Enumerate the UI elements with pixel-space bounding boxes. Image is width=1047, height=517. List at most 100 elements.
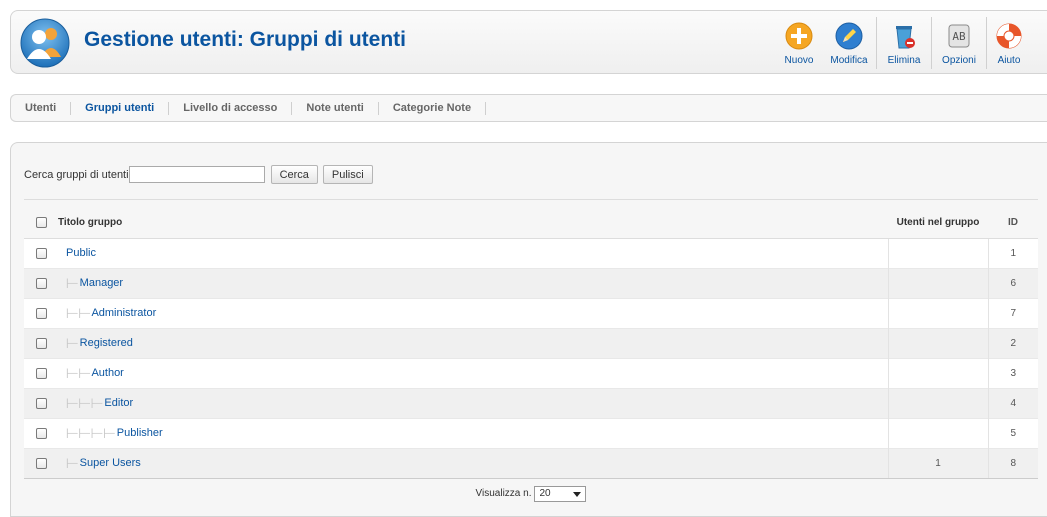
row-checkbox[interactable]	[35, 337, 47, 349]
submenu-divider	[377, 101, 379, 115]
search-button[interactable]: Cerca	[270, 165, 318, 184]
users-count	[887, 267, 989, 298]
table-row: |— Super Users 1 8	[24, 447, 1038, 478]
submenu-item-users[interactable]: Utenti	[25, 102, 70, 114]
help-button[interactable]: Aiuto	[987, 11, 1031, 75]
lifebuoy-icon	[996, 23, 1022, 49]
page-title: Gestione utenti: Gruppi di utenti	[84, 28, 406, 51]
row-checkbox[interactable]	[35, 367, 47, 379]
submenu-divider	[168, 101, 170, 115]
table-header-row: Titolo gruppo Utenti nel gruppo ID	[24, 208, 1038, 239]
group-id: 2	[988, 327, 1038, 358]
tree-indent: |—	[66, 338, 78, 349]
group-link[interactable]: Registered	[80, 337, 133, 349]
tree-indent: |— |—	[66, 368, 90, 379]
tree-indent: |—	[66, 278, 78, 289]
search-label: Cerca gruppi di utenti	[24, 168, 129, 181]
group-link[interactable]: Publisher	[117, 427, 163, 439]
row-checkbox[interactable]	[35, 247, 47, 259]
header-check-cell	[24, 208, 58, 239]
title-cell: Public	[58, 237, 888, 268]
check-cell	[24, 237, 58, 268]
header-title[interactable]: Titolo gruppo	[58, 208, 888, 239]
limit-label: Visualizza n.	[475, 488, 532, 499]
group-id: 5	[988, 417, 1038, 448]
new-button[interactable]: Nuovo	[776, 11, 822, 75]
trash-icon	[896, 26, 915, 49]
users-count: 1	[887, 447, 989, 478]
check-cell	[24, 387, 58, 418]
tree-indent: |— |— |— |—	[66, 428, 115, 439]
pencil-icon	[835, 22, 863, 50]
clear-button[interactable]: Pulisci	[322, 165, 373, 184]
toolbar: Nuovo Modifica Elimina AB Opzioni Aiuto	[776, 11, 1031, 75]
check-cell	[24, 357, 58, 388]
edit-button-label: Modifica	[830, 55, 868, 66]
limit-select[interactable]: 20	[534, 485, 587, 502]
group-id: 4	[988, 387, 1038, 418]
select-all-checkbox[interactable]	[35, 217, 47, 229]
group-link[interactable]: Author	[91, 367, 123, 379]
table-row: |— |— |— Editor 4	[24, 387, 1038, 418]
tree-indent: |— |— |—	[66, 398, 102, 409]
submenu: Utenti Gruppi utenti Livello di accesso …	[10, 94, 1047, 122]
limit-value: 20	[539, 488, 551, 499]
row-checkbox[interactable]	[35, 277, 47, 289]
submenu-item-user-notes[interactable]: Note utenti	[306, 102, 377, 114]
submenu-divider	[70, 101, 72, 115]
group-link[interactable]: Manager	[80, 277, 123, 289]
table-row: |— Registered 2	[24, 327, 1038, 358]
groups-table: Titolo gruppo Utenti nel gruppo ID Publi…	[24, 208, 1038, 478]
delete-button-label: Elimina	[887, 55, 921, 66]
users-count	[887, 387, 989, 418]
title-cell: |— |— Author	[58, 357, 888, 388]
row-checkbox[interactable]	[35, 427, 47, 439]
check-cell	[24, 447, 58, 478]
title-cell: |— Super Users	[58, 447, 888, 478]
submenu-item-user-groups[interactable]: Gruppi utenti	[85, 102, 168, 114]
table-row: Public 1	[24, 237, 1038, 268]
users-count	[887, 297, 989, 328]
chevron-down-icon	[573, 491, 582, 497]
title-cell: |— |— |— |— Publisher	[58, 417, 888, 448]
check-cell	[24, 417, 58, 448]
check-cell	[24, 267, 58, 298]
filter-divider	[24, 199, 1038, 200]
group-link[interactable]: Super Users	[80, 457, 141, 469]
submenu-item-access-levels[interactable]: Livello di accesso	[183, 102, 291, 114]
row-checkbox[interactable]	[35, 457, 47, 469]
check-cell	[24, 327, 58, 358]
row-checkbox[interactable]	[35, 307, 47, 319]
title-cell: |— Registered	[58, 327, 888, 358]
header-users: Utenti nel gruppo	[888, 208, 988, 239]
group-id: 7	[988, 297, 1038, 328]
submenu-divider	[485, 101, 487, 115]
users-count	[887, 417, 989, 448]
title-cell: |— Manager	[58, 267, 888, 298]
submenu-item-note-categories[interactable]: Categorie Note	[393, 102, 485, 114]
edit-button[interactable]: Modifica	[822, 11, 876, 75]
submenu-divider	[291, 101, 293, 115]
delete-button[interactable]: Elimina	[877, 11, 931, 75]
row-checkbox[interactable]	[35, 397, 47, 409]
options-icon: AB	[948, 24, 970, 48]
page-header: Gestione utenti: Gruppi di utenti Nuovo …	[10, 10, 1047, 74]
check-cell	[24, 297, 58, 328]
filter-bar: Cerca gruppi di utenti Cerca Pulisci	[24, 165, 378, 184]
title-cell: |— |— |— Editor	[58, 387, 888, 418]
users-count	[887, 327, 989, 358]
header-title-label: Titolo gruppo	[58, 217, 123, 229]
group-link[interactable]: Public	[66, 247, 96, 259]
group-link[interactable]: Administrator	[91, 307, 156, 319]
group-id: 8	[988, 447, 1038, 478]
group-link[interactable]: Editor	[104, 397, 133, 409]
options-button-label: Opzioni	[942, 55, 976, 66]
search-input[interactable]	[128, 166, 265, 183]
pagination-footer: Visualizza n. 20	[24, 478, 1038, 508]
group-id: 1	[988, 237, 1038, 268]
options-button[interactable]: AB Opzioni	[932, 11, 986, 75]
svg-text:AB: AB	[952, 30, 966, 43]
help-button-label: Aiuto	[997, 55, 1021, 66]
table-row: |— |— |— |— Publisher 5	[24, 417, 1038, 448]
tree-indent: |—	[66, 458, 78, 470]
